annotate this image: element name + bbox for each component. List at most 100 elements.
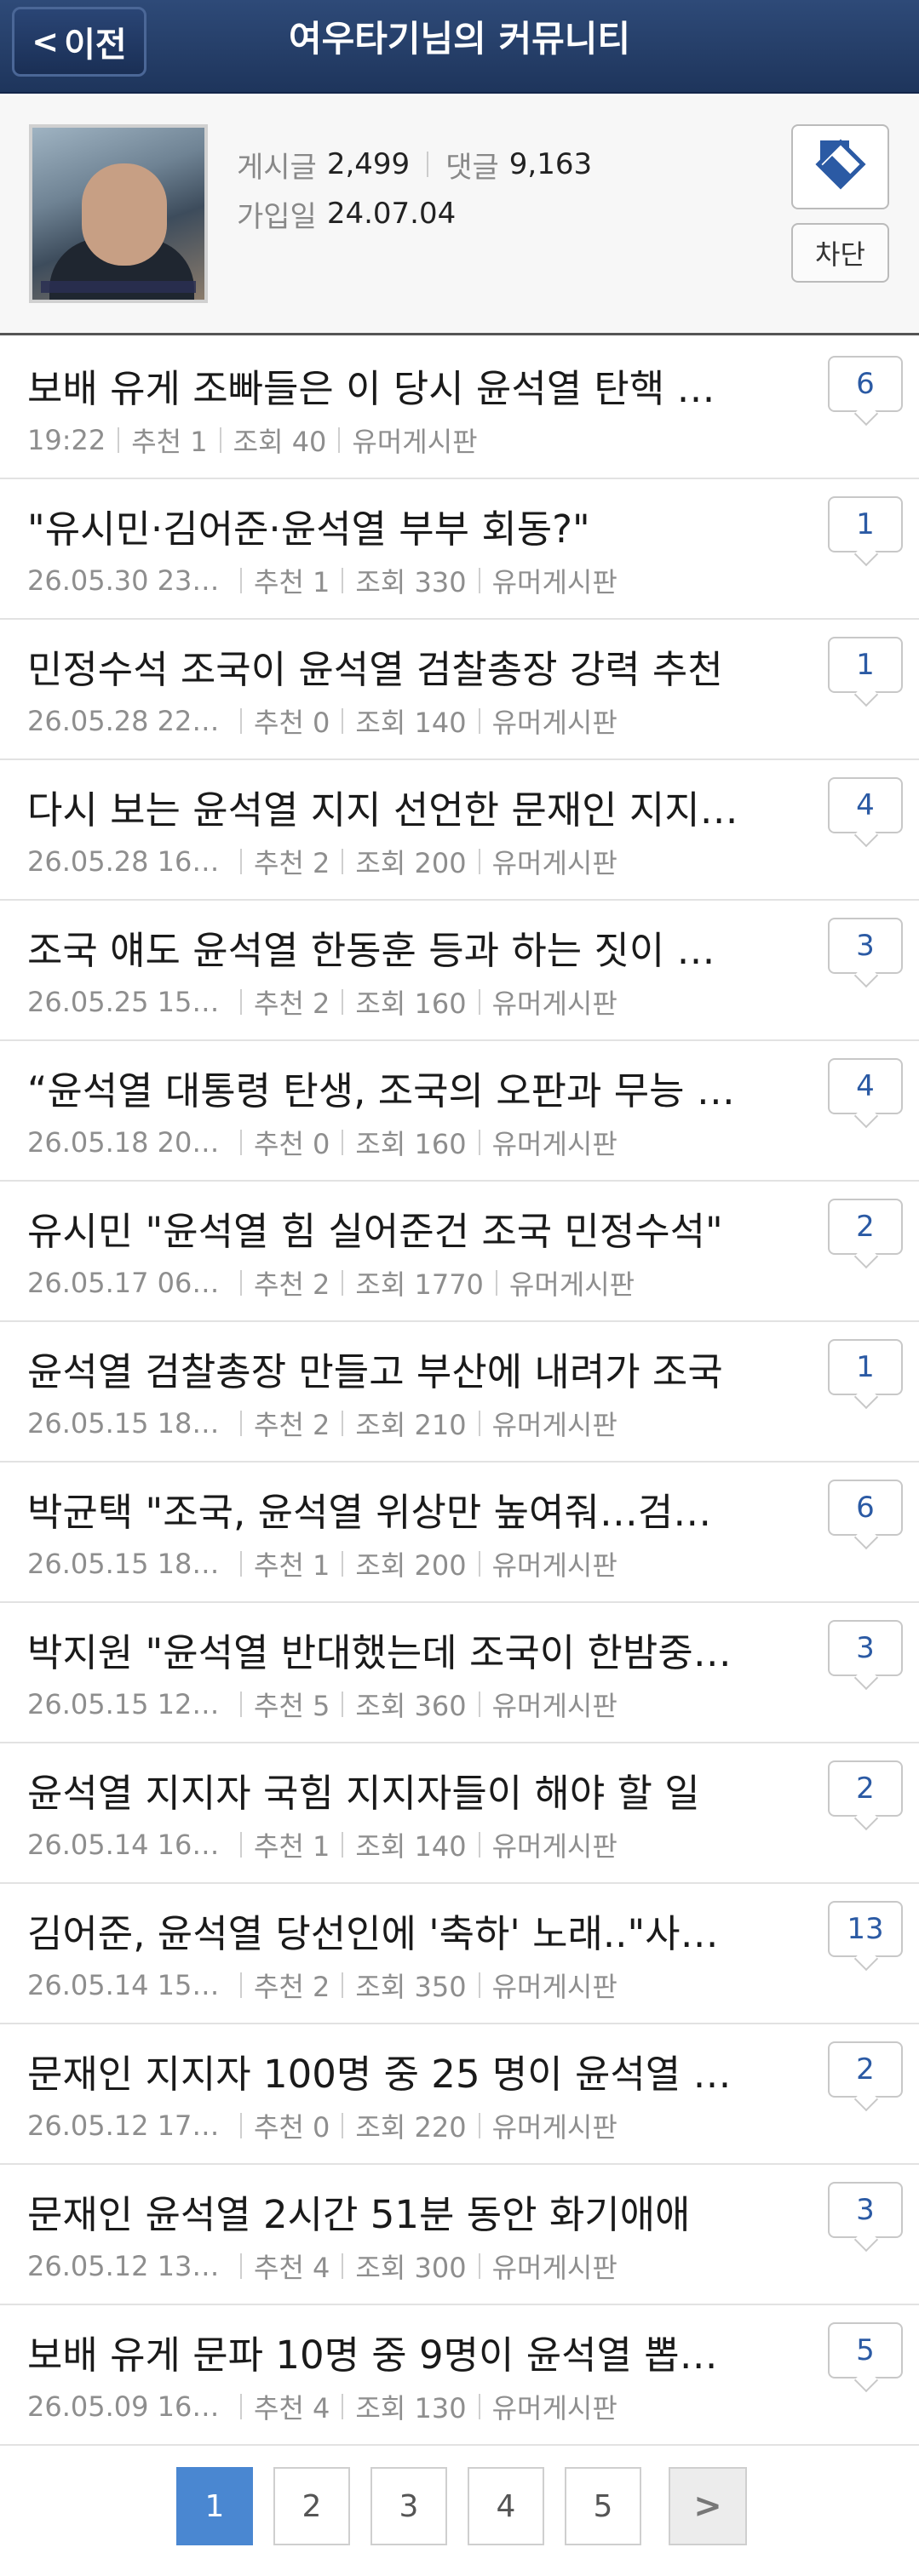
list-item[interactable]: 민정수석 조국이 윤석열 검찰총장 강력 추천 26.05.28 22:40 추천 … bbox=[0, 620, 919, 760]
comment-count-badge[interactable]: 3 bbox=[828, 2182, 903, 2238]
page-1-button[interactable]: 1 bbox=[176, 2467, 253, 2545]
post-meta: 26.05.15 18:22 추천 1 조회 200 유머게시판 bbox=[27, 1544, 617, 1583]
post-views: 조회 200 bbox=[355, 1549, 467, 1582]
next-page-button[interactable]: > bbox=[669, 2467, 747, 2545]
divider bbox=[342, 1551, 344, 1577]
post-views: 조회 130 bbox=[355, 2392, 467, 2424]
list-item[interactable]: 윤석열 지지자 국힘 지지자들이 해야 할 일 26.05.14 16:55 추천 … bbox=[0, 1743, 919, 1884]
flag-icon bbox=[814, 139, 866, 190]
posts-label: 게시글 bbox=[237, 150, 317, 185]
divider bbox=[240, 1551, 242, 1577]
comment-count-badge[interactable]: 6 bbox=[828, 356, 903, 412]
comment-count-badge[interactable]: 2 bbox=[828, 2041, 903, 2098]
list-item[interactable]: 보배 유게 문파 10명 중 9명이 윤석열 뽑았을걸? 26.05.09 16:… bbox=[0, 2305, 919, 2446]
page-2-button[interactable]: 2 bbox=[273, 2467, 350, 2545]
comment-count-badge[interactable]: 2 bbox=[828, 1760, 903, 1817]
list-item[interactable]: 박지원 "윤석열 반대했는데 조국이 한밤중 전화" 26.05.15 12:07… bbox=[0, 1603, 919, 1743]
page-5-button[interactable]: 5 bbox=[565, 2467, 641, 2545]
divider bbox=[478, 1551, 480, 1577]
divider bbox=[495, 1270, 497, 1296]
divider bbox=[478, 1130, 480, 1155]
list-item[interactable]: "유시민·김어준·윤석열 부부 회동?" 26.05.30 23:11 추천 1 조회… bbox=[0, 479, 919, 620]
post-date: 26.05.14 15:20 bbox=[27, 1969, 228, 2001]
post-title[interactable]: 유시민 "윤석열 힘 실어준건 조국 민정수석" bbox=[27, 1200, 743, 1256]
post-board: 유머게시판 bbox=[491, 1830, 617, 1863]
comment-count-badge[interactable]: 2 bbox=[828, 1199, 903, 1255]
post-board: 유머게시판 bbox=[491, 2111, 617, 2144]
comment-count-badge[interactable]: 13 bbox=[828, 1901, 903, 1957]
post-title[interactable]: 문재인 지지자 100명 중 25 명이 윤석열 찍었다 bbox=[27, 2043, 743, 2098]
post-likes: 추천 0 bbox=[254, 707, 330, 739]
block-button[interactable]: 차단 bbox=[791, 223, 889, 283]
post-title[interactable]: 박균택 "조국, 윤석열 위상만 높여줘…검찰개혁 실패" bbox=[27, 1481, 743, 1537]
flag-button[interactable] bbox=[791, 124, 889, 209]
comment-count-badge[interactable]: 1 bbox=[828, 496, 903, 552]
list-item[interactable]: 다시 보는 윤석열 지지 선언한 문재인 지지자들 26.05.28 16:05 추… bbox=[0, 760, 919, 901]
back-button[interactable]: < 이전 bbox=[12, 7, 146, 77]
post-board: 유머게시판 bbox=[491, 1549, 617, 1582]
list-item[interactable]: 유시민 "윤석열 힘 실어준건 조국 민정수석" 26.05.17 06:48 추천… bbox=[0, 1182, 919, 1322]
post-title[interactable]: 보배 유게 조빠들은 이 당시 윤석열 탄핵 찬성 했다고 생각함? bbox=[27, 358, 743, 413]
post-title[interactable]: 박지원 "윤석열 반대했는데 조국이 한밤중 전화" bbox=[27, 1622, 743, 1677]
divider bbox=[118, 427, 120, 453]
divider bbox=[478, 849, 480, 874]
list-item[interactable]: 윤석열 검찰총장 만들고 부산에 내려가 조국 26.05.15 18:40 추천 … bbox=[0, 1322, 919, 1463]
comment-count-badge[interactable]: 4 bbox=[828, 1058, 903, 1114]
post-title[interactable]: 보배 유게 문파 10명 중 9명이 윤석열 뽑았을걸? bbox=[27, 2324, 743, 2379]
profile-panel: 게시글 2,499 댓글 9,163 가입일 24.07.04 차단 bbox=[0, 95, 919, 335]
divider bbox=[342, 1270, 344, 1296]
divider bbox=[478, 1411, 480, 1436]
list-item[interactable]: 박균택 "조국, 윤석열 위상만 높여줘…검찰개혁 실패" 26.05.15 18… bbox=[0, 1463, 919, 1603]
divider bbox=[342, 989, 344, 1015]
post-title[interactable]: 김어준, 윤석열 당선인에 '축하' 노래.."사랑해요 윤석열" bbox=[27, 1903, 743, 1958]
post-meta: 26.05.15 12:07 추천 5 조회 360 유머게시판 bbox=[27, 1685, 617, 1724]
list-item[interactable]: 문재인 윤석열 2시간 51분 동안 화기애애 26.05.12 13:16 추천 … bbox=[0, 2165, 919, 2305]
post-views: 조회 360 bbox=[355, 1690, 467, 1722]
comment-count-badge[interactable]: 1 bbox=[828, 637, 903, 693]
post-views: 조회 300 bbox=[355, 2252, 467, 2284]
post-date: 26.05.18 20:12 bbox=[27, 1126, 228, 1159]
post-board: 유머게시판 bbox=[491, 1128, 617, 1160]
post-date: 26.05.09 16:44 bbox=[27, 2390, 228, 2423]
comment-count-badge[interactable]: 5 bbox=[828, 2322, 903, 2379]
post-title[interactable]: 다시 보는 윤석열 지지 선언한 문재인 지지자들 bbox=[27, 779, 743, 834]
post-title[interactable]: 민정수석 조국이 윤석열 검찰총장 강력 추천 bbox=[27, 638, 743, 694]
divider bbox=[342, 568, 344, 593]
post-title[interactable]: 조국 얘도 윤석열 한동훈 등과 하는 짓이 똑같네 bbox=[27, 919, 743, 975]
post-likes: 추천 2 bbox=[254, 1409, 330, 1441]
comment-count-badge[interactable]: 4 bbox=[828, 777, 903, 833]
post-meta: 26.05.18 20:12 추천 0 조회 160 유머게시판 bbox=[27, 1123, 617, 1162]
post-date: 19:22 bbox=[27, 424, 106, 456]
divider bbox=[342, 1832, 344, 1858]
page-3-button[interactable]: 3 bbox=[370, 2467, 447, 2545]
post-likes: 추천 1 bbox=[254, 1830, 330, 1863]
post-likes: 추천 0 bbox=[254, 2111, 330, 2144]
list-item[interactable]: 문재인 지지자 100명 중 25 명이 윤석열 찍었다 26.05.12 17:… bbox=[0, 2024, 919, 2165]
divider bbox=[342, 2394, 344, 2419]
post-title[interactable]: 윤석열 지지자 국힘 지지자들이 해야 할 일 bbox=[27, 1762, 743, 1818]
list-item[interactable]: “윤석열 대통령 탄생, 조국의 오판과 무능 때문” 26.05.18 20:1… bbox=[0, 1041, 919, 1182]
post-title[interactable]: “윤석열 대통령 탄생, 조국의 오판과 무능 때문” bbox=[27, 1060, 743, 1115]
divider bbox=[240, 2394, 242, 2419]
post-title[interactable]: "유시민·김어준·윤석열 부부 회동?" bbox=[27, 498, 743, 553]
comment-count-badge[interactable]: 3 bbox=[828, 1620, 903, 1676]
post-date: 26.05.14 16:55 bbox=[27, 1829, 228, 1861]
post-likes: 추천 2 bbox=[254, 847, 330, 879]
top-bar: < 이전 여우타기님의 커뮤니티 bbox=[0, 0, 919, 94]
comment-count-badge[interactable]: 6 bbox=[828, 1480, 903, 1536]
list-item[interactable]: 김어준, 윤석열 당선인에 '축하' 노래.."사랑해요 윤석열" 26.05.1… bbox=[0, 1884, 919, 2024]
comment-count-badge[interactable]: 1 bbox=[828, 1339, 903, 1395]
divider bbox=[478, 1692, 480, 1717]
post-date: 26.05.25 15:30 bbox=[27, 986, 228, 1018]
page-4-button[interactable]: 4 bbox=[468, 2467, 544, 2545]
list-item[interactable]: 보배 유게 조빠들은 이 당시 윤석열 탄핵 찬성 했다고 생각함? 19:22 추… bbox=[0, 339, 919, 479]
list-item[interactable]: 조국 얘도 윤석열 한동훈 등과 하는 짓이 똑같네 26.05.25 15:30… bbox=[0, 901, 919, 1041]
comments-count: 9,163 bbox=[508, 147, 593, 181]
post-likes: 추천 4 bbox=[254, 2252, 330, 2284]
post-likes: 추천 2 bbox=[254, 1268, 330, 1301]
post-title[interactable]: 문재인 윤석열 2시간 51분 동안 화기애애 bbox=[27, 2184, 743, 2239]
post-title[interactable]: 윤석열 검찰총장 만들고 부산에 내려가 조국 bbox=[27, 1341, 743, 1396]
joined-label: 가입일 bbox=[237, 199, 317, 234]
comment-count-badge[interactable]: 3 bbox=[828, 918, 903, 974]
divider bbox=[342, 849, 344, 874]
